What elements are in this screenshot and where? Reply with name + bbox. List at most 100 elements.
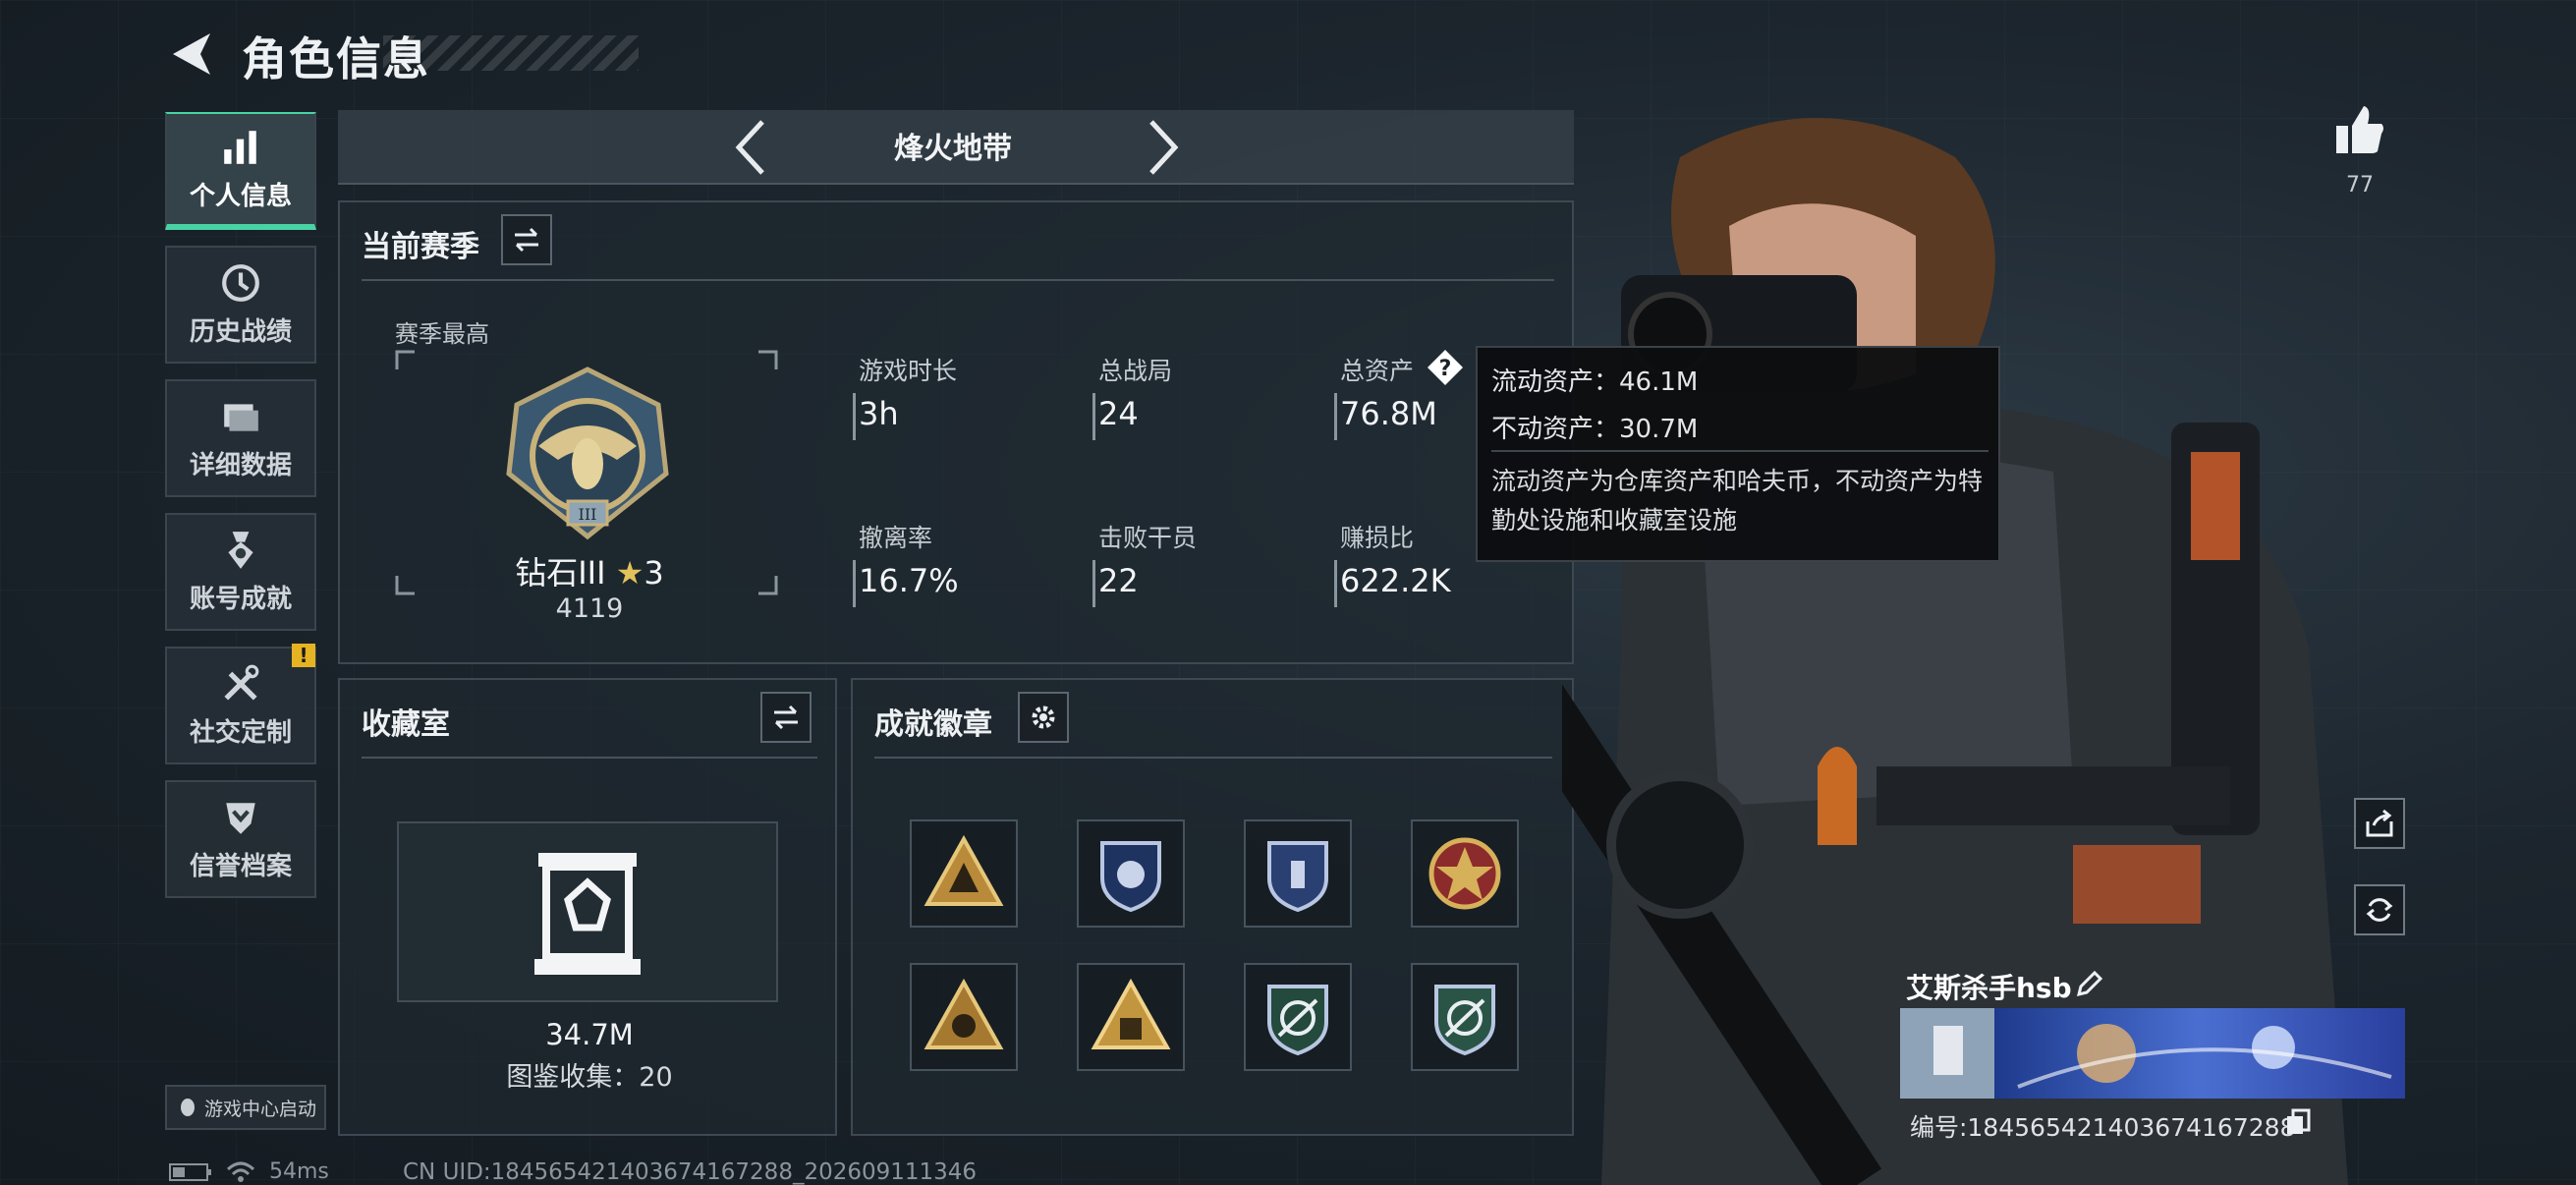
battery-icon bbox=[169, 1162, 211, 1181]
assets-tooltip: 流动资产：46.1M 不动资产：30.7M 流动资产为仓库资产和哈夫币，不动资产… bbox=[1476, 346, 2000, 562]
edit-icon[interactable] bbox=[2075, 969, 2104, 998]
collection-count: 图鉴收集：20 bbox=[506, 1062, 673, 1093]
folder-icon bbox=[224, 403, 258, 431]
sidebar-item-label: 个人信息 bbox=[189, 181, 292, 211]
green-shield-badge-icon bbox=[1267, 985, 1328, 1056]
mode-title: 烽火地带 bbox=[894, 132, 1012, 166]
season-switch-button[interactable] bbox=[501, 214, 552, 265]
gold-triangle-badge-icon bbox=[924, 834, 1004, 906]
achievements-settings-button[interactable] bbox=[1018, 692, 1069, 743]
stat-bar bbox=[853, 560, 856, 607]
blue-shield-badge-icon bbox=[1100, 841, 1161, 913]
thumbs-up-icon[interactable] bbox=[2332, 102, 2387, 157]
stat-label-operators-defeated: 击败干员 bbox=[1098, 524, 1198, 552]
swap-icon bbox=[515, 227, 538, 253]
sidebar-item-achievements[interactable]: 账号成就 bbox=[165, 513, 316, 631]
sidebar-item-history[interactable]: 历史战绩 bbox=[165, 246, 316, 364]
svg-text:?: ? bbox=[1439, 357, 1452, 381]
player-banner[interactable] bbox=[1900, 1008, 2405, 1099]
game-center-launch-button[interactable]: 游戏中心启动 bbox=[165, 1085, 326, 1130]
svg-text:III: III bbox=[579, 505, 597, 524]
sidebar-item-detail-data[interactable]: 详细数据 bbox=[165, 379, 316, 497]
sidebar-item-label: 信誉档案 bbox=[189, 851, 292, 881]
red-star-badge-icon bbox=[1428, 837, 1501, 910]
collection-value: 34.7M bbox=[545, 1018, 634, 1051]
achievement-badge[interactable] bbox=[1411, 819, 1519, 928]
stat-label-profit-ratio: 赚损比 bbox=[1340, 524, 1415, 552]
stat-value-extraction-rate: 16.7% bbox=[859, 562, 959, 599]
stat-label-total-assets: 总资产 bbox=[1340, 357, 1415, 385]
achievement-badge[interactable] bbox=[1077, 963, 1185, 1071]
tooltip-divider bbox=[1491, 450, 1988, 452]
stat-value-profit-ratio: 622.2K bbox=[1340, 562, 1451, 599]
gold-triangle-badge-icon bbox=[924, 978, 1004, 1049]
achievement-badge[interactable] bbox=[910, 819, 1018, 928]
rank-name-row: 钻石III ★3 bbox=[472, 548, 707, 593]
achievement-badge[interactable] bbox=[910, 963, 1018, 1071]
tools-icon bbox=[224, 664, 259, 701]
stat-value-operators-defeated: 22 bbox=[1098, 562, 1139, 599]
assets-description: 流动资产为仓库资产和哈夫币，不动资产为特勤处设施和收藏室设施 bbox=[1491, 467, 1984, 535]
copy-icon[interactable] bbox=[2285, 1108, 2311, 1136]
bar-chart-icon bbox=[224, 130, 256, 164]
refresh-button[interactable] bbox=[2354, 884, 2405, 935]
collection-title: 收藏室 bbox=[362, 707, 450, 742]
achievement-badge[interactable] bbox=[1411, 963, 1519, 1071]
penguin-icon bbox=[181, 1099, 195, 1116]
display-case-icon bbox=[534, 853, 641, 975]
achievement-badge[interactable] bbox=[1077, 819, 1185, 928]
chevron-left-icon[interactable] bbox=[731, 116, 770, 179]
achievement-badge[interactable] bbox=[1244, 819, 1352, 928]
wifi-icon bbox=[226, 1161, 255, 1182]
stat-bar bbox=[1334, 393, 1337, 440]
footer-uid: CN UID:184565421403674167288_20260911134… bbox=[403, 1159, 978, 1185]
medal-icon bbox=[228, 531, 253, 569]
diamond-rank-icon: III bbox=[506, 367, 669, 540]
chevron-right-icon[interactable] bbox=[1144, 116, 1183, 179]
stat-label-total-matches: 总战局 bbox=[1098, 357, 1173, 385]
like-count: 77 bbox=[2346, 173, 2374, 198]
title-decoration bbox=[383, 35, 639, 71]
share-icon bbox=[2366, 809, 2393, 837]
sidebar-item-label: 详细数据 bbox=[189, 450, 292, 480]
gear-icon bbox=[1032, 705, 1055, 729]
ping-value: 54ms bbox=[269, 1159, 329, 1184]
season-title: 当前赛季 bbox=[362, 230, 479, 264]
collection-switch-button[interactable] bbox=[760, 692, 812, 743]
back-arrow-icon[interactable] bbox=[167, 29, 216, 79]
stat-label-extraction-rate: 撤离率 bbox=[859, 524, 933, 552]
launch-label: 游戏中心启动 bbox=[204, 1098, 317, 1120]
shield-check-icon bbox=[226, 802, 255, 834]
player-id: 编号:18456542140367416728​8 bbox=[1910, 1113, 2296, 1142]
sidebar-item-credit[interactable]: 信誉档案 bbox=[165, 780, 316, 898]
player-name: 艾斯杀手hsb bbox=[1906, 972, 2072, 1004]
help-icon[interactable]: ? bbox=[1426, 348, 1465, 387]
achievements-divider bbox=[874, 757, 1552, 759]
clock-icon bbox=[222, 263, 259, 302]
swap-icon bbox=[774, 705, 798, 730]
stat-value-total-matches: 24 bbox=[1098, 395, 1139, 432]
star-icon: ★ bbox=[615, 554, 644, 592]
fixed-assets: 不动资产：30.7M bbox=[1491, 415, 1699, 444]
green-shield-badge-icon bbox=[1434, 985, 1495, 1056]
gold-triangle-badge-icon bbox=[1091, 978, 1171, 1049]
stat-bar bbox=[853, 393, 856, 440]
warning-badge: ! bbox=[292, 644, 315, 667]
rank-score: 4119 bbox=[555, 593, 624, 624]
achievements-title: 成就徽章 bbox=[874, 707, 992, 742]
stat-bar bbox=[1092, 393, 1095, 440]
stat-label-playtime: 游戏时长 bbox=[859, 357, 958, 385]
collection-divider bbox=[362, 757, 817, 759]
achievement-badge[interactable] bbox=[1244, 963, 1352, 1071]
stat-value-playtime: 3h bbox=[859, 395, 899, 432]
status-bar: 54ms bbox=[169, 1159, 329, 1184]
stat-bar bbox=[1092, 560, 1095, 607]
rank-stars: 3 bbox=[644, 554, 664, 592]
sidebar-item-personal-info[interactable]: 个人信息 bbox=[165, 112, 316, 230]
share-button[interactable] bbox=[2354, 798, 2405, 849]
season-divider bbox=[362, 279, 1554, 281]
stat-value-total-assets: 76.8M bbox=[1340, 395, 1437, 432]
sidebar-item-label: 历史战绩 bbox=[189, 316, 292, 347]
season-best-label: 赛季最高 bbox=[395, 320, 489, 348]
stat-bar bbox=[1334, 560, 1337, 607]
